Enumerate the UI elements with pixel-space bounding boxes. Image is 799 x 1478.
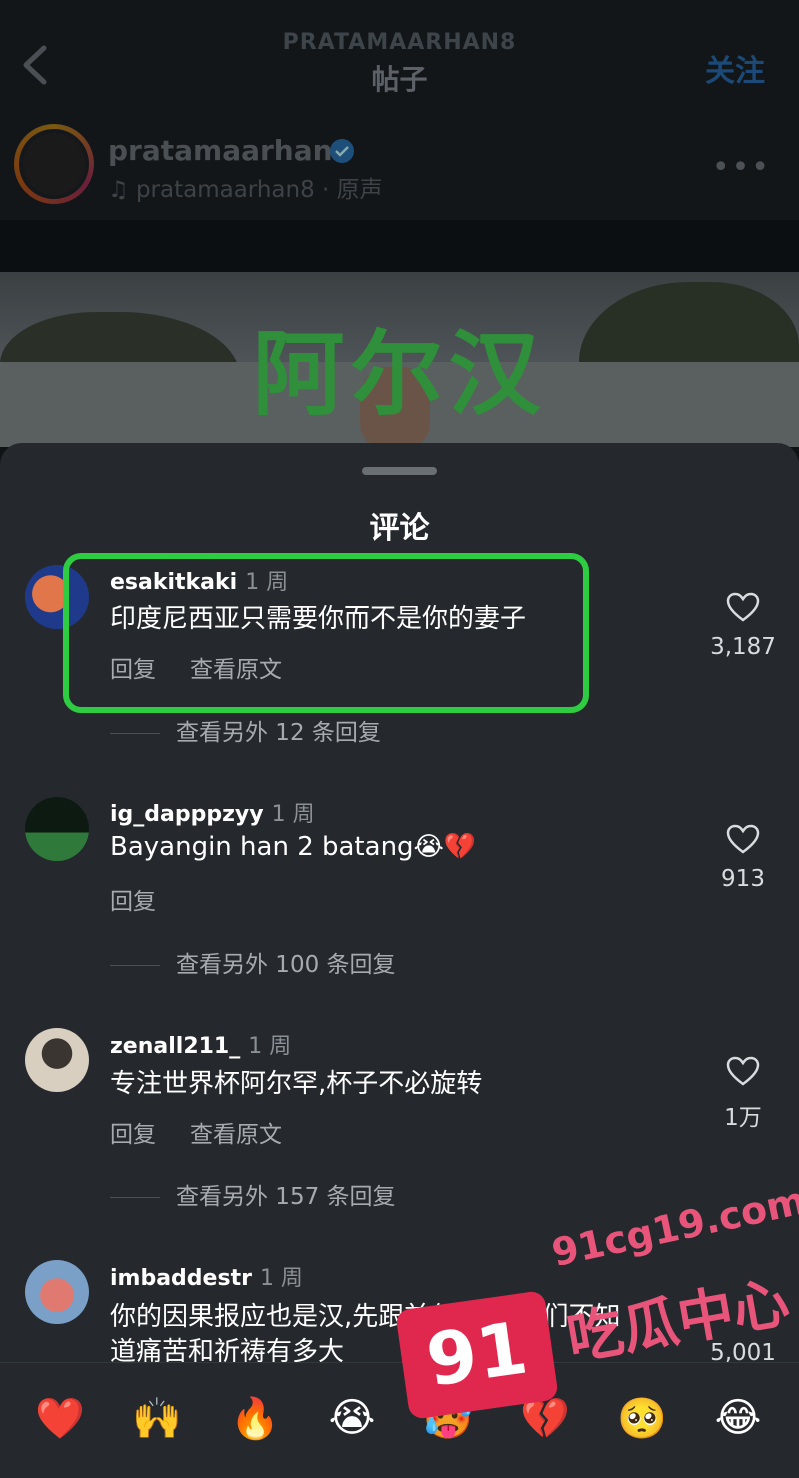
comment-username[interactable]: ig_dapppzyy 1 周	[110, 796, 315, 828]
page-title: 帖子	[371, 63, 428, 96]
watermark-number: 91	[421, 1305, 533, 1403]
reply-button[interactable]: 回复	[110, 1122, 156, 1148]
comment-avatar[interactable]	[25, 1028, 89, 1092]
comment-time: 1 周	[271, 802, 315, 827]
follow-button[interactable]: 关注	[705, 46, 765, 90]
comment-time: 1 周	[248, 1034, 292, 1059]
emoji-reaction-bar: ❤️ 🙌 🔥 😭 🥵 💔 🥺 😂	[0, 1362, 799, 1478]
crying-emoji-button[interactable]: 😭	[322, 1395, 382, 1441]
view-replies-button[interactable]: 查看另外 12 条回复	[110, 713, 381, 747]
view-replies-button[interactable]: 查看另外 100 条回复	[110, 945, 396, 979]
raised-hands-emoji-button[interactable]: 🙌	[127, 1395, 187, 1442]
comment-time: 1 周	[259, 1266, 303, 1291]
heart-icon	[726, 592, 760, 622]
music-note-icon: ♫	[108, 177, 136, 203]
watermark-badge: 91	[395, 1290, 559, 1420]
reply-button[interactable]: 回复	[110, 889, 156, 915]
comment-text: 专注世界杯阿尔罕,杯子不必旋转	[110, 1069, 483, 1099]
laughing-emoji-button[interactable]: 😂	[708, 1395, 768, 1441]
like-button[interactable]: 1万	[698, 1056, 788, 1132]
highlight-box	[63, 553, 589, 713]
comment-avatar[interactable]	[25, 1260, 89, 1324]
comment-text: Bayangin han 2 batang😭💔	[110, 832, 477, 862]
like-count: 913	[721, 866, 765, 892]
heart-icon	[726, 1056, 760, 1086]
comment-avatar[interactable]	[25, 797, 89, 861]
video-overlay-text: 阿尔汉	[252, 321, 547, 428]
post-header: PRATAMAARHAN8 帖子 关注 pratamaarhan8 ♫ prat…	[0, 0, 799, 220]
divider	[0, 220, 799, 272]
fire-emoji-button[interactable]: 🔥	[225, 1395, 285, 1442]
see-original-button[interactable]: 查看原文	[190, 1122, 282, 1148]
header-username: PRATAMAARHAN8	[282, 30, 517, 55]
pleading-emoji-button[interactable]: 🥺	[612, 1395, 672, 1442]
author-avatar[interactable]	[14, 124, 94, 204]
audio-info[interactable]: ♫ pratamaarhan8 · 原声	[108, 170, 383, 204]
comment-username[interactable]: imbaddestr 1 周	[110, 1260, 303, 1292]
heart-emoji-button[interactable]: ❤️	[30, 1395, 90, 1442]
like-count: 1万	[724, 1105, 762, 1131]
like-count: 3,187	[710, 634, 776, 660]
verified-badge-icon	[330, 139, 354, 163]
drag-handle[interactable]	[362, 467, 437, 475]
more-options-icon[interactable]: •••	[712, 150, 771, 185]
video-preview[interactable]: 阿尔汉	[0, 272, 799, 447]
heart-icon	[726, 824, 760, 854]
like-button[interactable]: 3,187	[698, 592, 788, 660]
like-button[interactable]: 913	[698, 824, 788, 892]
audio-label: pratamaarhan8 · 原声	[135, 177, 383, 203]
view-replies-button[interactable]: 查看另外 157 条回复	[110, 1177, 396, 1211]
comment-username[interactable]: zenall211_ 1 周	[110, 1028, 291, 1060]
author-name[interactable]: pratamaarhan8	[108, 134, 352, 167]
comments-title: 评论	[369, 511, 430, 546]
